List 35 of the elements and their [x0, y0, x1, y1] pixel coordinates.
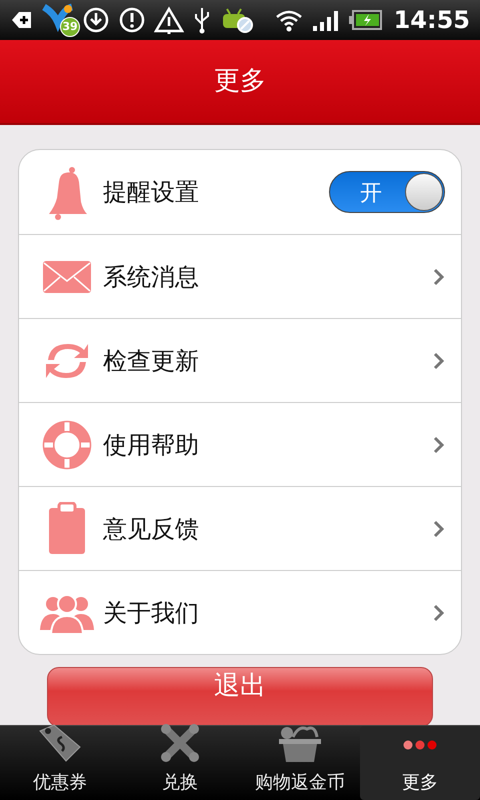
settings-row[interactable]: 使用帮助: [19, 402, 461, 486]
usb-icon: [192, 6, 212, 34]
crossed-bones-icon: [160, 723, 200, 763]
download-icon: [82, 6, 110, 34]
battery-icon: [348, 9, 382, 31]
lifebuoy-icon: [42, 420, 92, 470]
settings-row[interactable]: 意见反馈: [19, 486, 461, 570]
settings-row[interactable]: 关于我们: [19, 570, 461, 654]
chevron-icon: [433, 436, 445, 454]
tab-button[interactable]: 更多: [360, 726, 480, 800]
chevron-icon: [433, 352, 445, 370]
chevron-icon: [433, 520, 445, 538]
envelope-icon: [42, 258, 92, 294]
warning-icon: [154, 6, 184, 34]
clipboard-icon: [47, 502, 87, 556]
wifi-icon: [274, 8, 304, 32]
notification-icon: [10, 9, 32, 31]
price-tag-icon: [38, 723, 82, 763]
chevron-icon: [433, 604, 445, 622]
signal-icon: [312, 8, 340, 32]
settings-row[interactable]: 检查更新: [19, 318, 461, 402]
alert-icon: [118, 6, 146, 34]
page-title: 更多: [214, 65, 266, 98]
settings-row[interactable]: 系统消息: [19, 234, 461, 318]
android-icon: [220, 6, 254, 34]
tab-button[interactable]: 兑换: [120, 726, 240, 800]
setting-label: 提醒设置: [103, 177, 200, 208]
tab-button[interactable]: 购物返金币: [240, 726, 360, 800]
notification-count: 39: [60, 17, 80, 37]
toggle-switch[interactable]: 开: [329, 171, 445, 213]
chevron-icon: [433, 268, 445, 286]
tab-button[interactable]: 优惠券: [0, 726, 120, 800]
logout-button[interactable]: 退出: [47, 667, 433, 725]
clock-time: 14:55: [394, 5, 470, 36]
dots-icon: [402, 739, 438, 751]
